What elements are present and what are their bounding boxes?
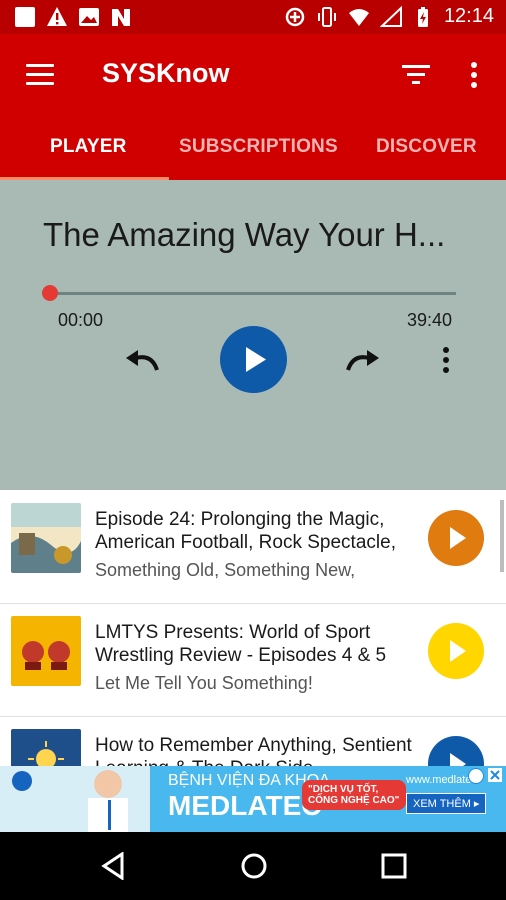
episode-artwork bbox=[11, 503, 81, 573]
status-bar: 12:14 bbox=[0, 0, 506, 34]
image-icon bbox=[78, 6, 100, 28]
tab-player[interactable]: PLAYER bbox=[50, 136, 127, 158]
player-overflow-icon[interactable] bbox=[438, 346, 454, 379]
current-time: 00:00 bbox=[58, 310, 104, 330]
status-time: 12:14 bbox=[443, 5, 494, 27]
tab-discover[interactable]: DISCOVER bbox=[376, 136, 477, 158]
episode-play-button[interactable] bbox=[428, 510, 484, 566]
warning-icon bbox=[46, 6, 68, 28]
home-icon[interactable] bbox=[240, 852, 268, 885]
menu-icon[interactable] bbox=[26, 64, 54, 86]
list-item[interactable]: LMTYS Presents: World of Sport Wrestling… bbox=[0, 603, 506, 717]
signal-icon bbox=[379, 5, 402, 28]
n-logo-icon bbox=[110, 6, 132, 28]
play-icon bbox=[246, 347, 266, 372]
episode-play-button[interactable] bbox=[428, 736, 484, 766]
episode-title: Episode 24: Prolonging the Magic, Americ… bbox=[95, 509, 396, 553]
total-time: 39:40 bbox=[407, 310, 453, 330]
recents-icon[interactable] bbox=[381, 853, 407, 884]
episode-title: How to Remember Anything, Sentient Learn… bbox=[95, 735, 412, 766]
battery-charging-icon bbox=[412, 6, 434, 28]
wifi-icon bbox=[348, 6, 370, 28]
tab-subscriptions[interactable]: SUBSCRIPTIONS bbox=[179, 136, 338, 158]
list-item[interactable]: Episode 24: Prolonging the Magic, Americ… bbox=[0, 490, 506, 604]
overflow-menu-icon[interactable] bbox=[466, 60, 482, 90]
podcast-name: Let Me Tell You Something! bbox=[95, 673, 313, 693]
back-icon[interactable] bbox=[100, 851, 126, 885]
seek-bar[interactable] bbox=[50, 292, 456, 295]
episode-artwork bbox=[11, 616, 81, 686]
ad-slogan: "DỊCH VỤ TỐT, CÔNG NGHỆ CAO" bbox=[302, 780, 406, 810]
play-icon bbox=[450, 753, 466, 766]
episode-play-button[interactable] bbox=[428, 623, 484, 679]
seek-knob[interactable] bbox=[42, 285, 58, 301]
app-bar: SYSKnow PLAYER SUBSCRIPTIONS DISCOVER bbox=[0, 34, 506, 180]
play-icon bbox=[450, 640, 466, 662]
app-title: SYSKnow bbox=[102, 58, 230, 88]
podcast-name: Something Old, Something New, bbox=[95, 560, 356, 580]
play-icon bbox=[450, 527, 466, 549]
episode-list: Episode 24: Prolonging the Magic, Americ… bbox=[0, 490, 506, 766]
rewind-icon[interactable] bbox=[122, 346, 162, 381]
fast-forward-icon[interactable] bbox=[343, 346, 383, 381]
ad-brand: MEDLATEC bbox=[168, 790, 322, 821]
episode-artwork bbox=[11, 729, 81, 766]
episode-title: LMTYS Presents: World of Sport Wrestling… bbox=[95, 622, 387, 666]
now-playing-title: The Amazing Way Your H... bbox=[43, 216, 446, 253]
ad-url: www.medlatec bbox=[406, 774, 477, 786]
ad-close-icon[interactable] bbox=[488, 768, 502, 782]
tab-bar: PLAYER SUBSCRIPTIONS DISCOVER bbox=[0, 130, 506, 180]
ad-cta-button[interactable]: XEM THÊM ▸ bbox=[406, 793, 487, 814]
ad-banner[interactable]: BỆNH VIỆN ĐA KHOA MEDLATEC "DỊCH VỤ TỐT,… bbox=[0, 766, 506, 832]
system-nav-bar bbox=[0, 832, 506, 900]
player-panel: The Amazing Way Your H... 00:00 39:40 bbox=[0, 180, 506, 490]
filter-icon[interactable] bbox=[402, 62, 430, 86]
ad-info-icon[interactable] bbox=[468, 768, 484, 784]
notification-square-icon bbox=[14, 6, 36, 28]
scrollbar[interactable] bbox=[500, 500, 504, 572]
data-saver-icon bbox=[284, 6, 306, 28]
play-button[interactable] bbox=[220, 326, 287, 393]
vibrate-icon bbox=[316, 6, 338, 28]
list-item[interactable]: How to Remember Anything, Sentient Learn… bbox=[0, 716, 506, 766]
